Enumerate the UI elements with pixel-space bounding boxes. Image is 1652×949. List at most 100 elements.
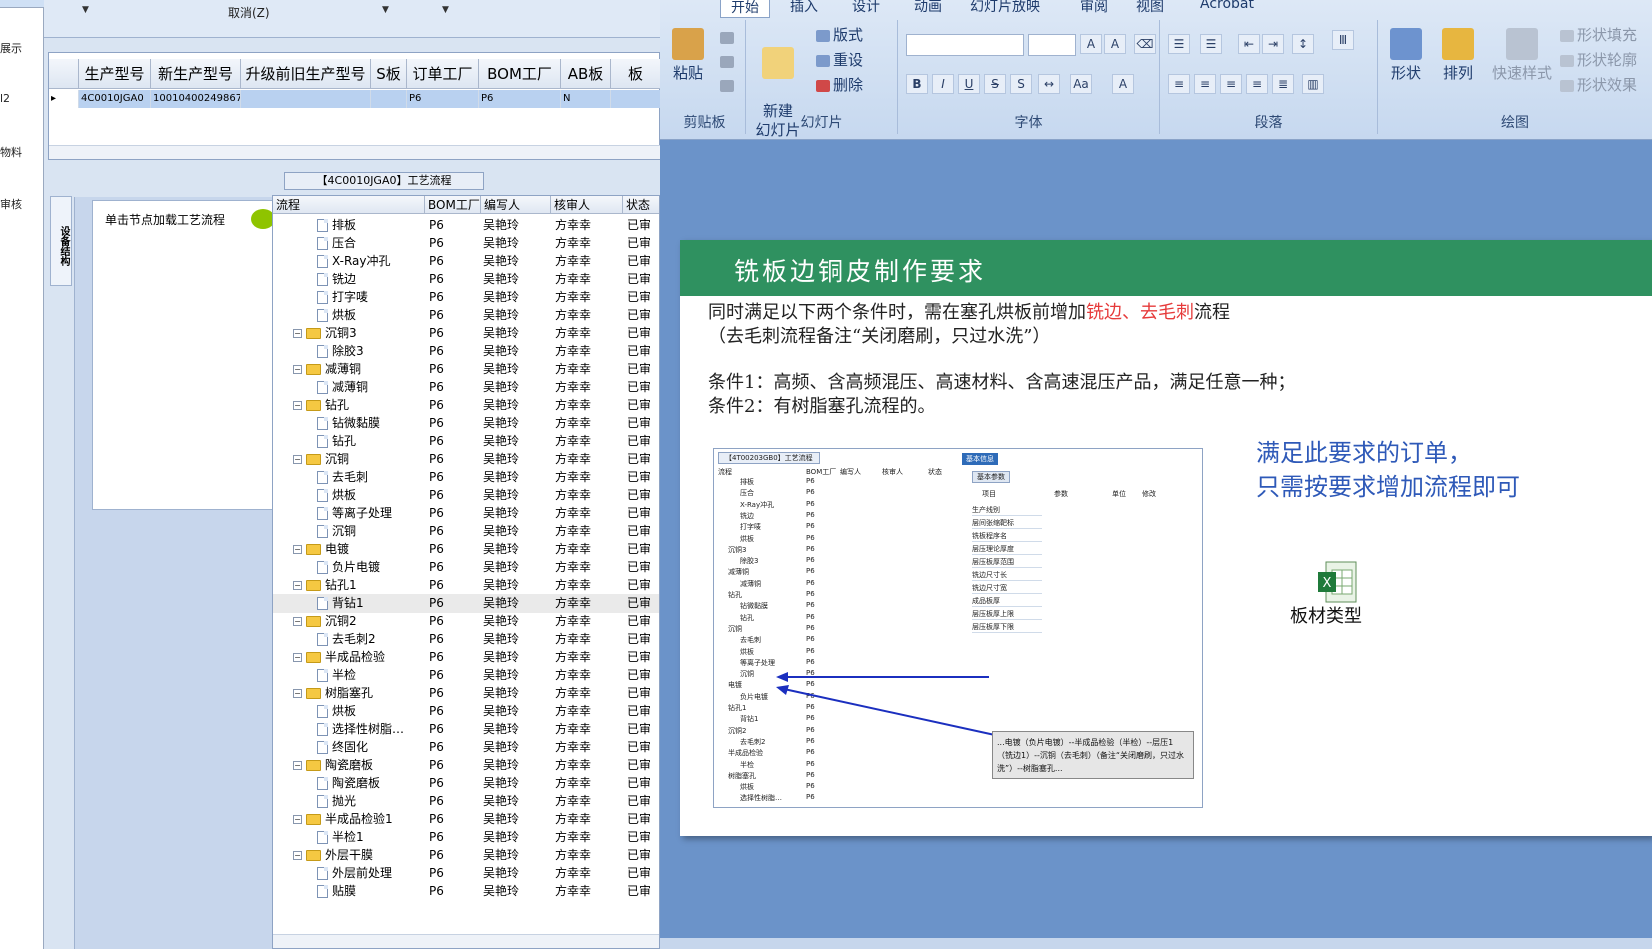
table-row[interactable]: − 沉铜3 P6 吴艳玲 方幸幸 已审 [273,324,659,343]
table-row[interactable]: 背钻1 P6 吴艳玲 方幸幸 已审 [273,594,659,613]
collapse-toggle-icon[interactable]: − [293,689,302,698]
tree-node[interactable]: 半检 [317,666,425,685]
table-row[interactable]: 打字唛 P6 吴艳玲 方幸幸 已审 [273,288,659,307]
table-row[interactable]: − 减薄铜 P6 吴艳玲 方幸幸 已审 [273,360,659,379]
delete-button[interactable]: 删除 [816,74,863,95]
numbering-icon[interactable]: ☰ [1200,34,1222,54]
quick-style-button[interactable]: 快速样式 [1486,28,1558,83]
tree-node[interactable]: 选择性树脂… [317,720,425,739]
table-row[interactable]: 钻孔 P6 吴艳玲 方幸幸 已审 [273,432,659,451]
table-row[interactable]: 去毛刺 P6 吴艳玲 方幸幸 已审 [273,468,659,487]
grid-col-header[interactable]: AB板 [561,59,611,89]
sidebar-item-l2[interactable]: l2 [0,92,10,105]
tree-node[interactable]: − 沉铜3 [293,324,425,343]
bullets-icon[interactable]: ☰ [1168,34,1190,54]
shapes-button[interactable]: 形状 [1382,28,1430,83]
tree-node[interactable]: 去毛刺2 [317,630,425,649]
table-row[interactable]: − 沉铜2 P6 吴艳玲 方幸幸 已审 [273,612,659,631]
grid-col-header[interactable]: 生产型号 [79,59,151,89]
tab-review[interactable]: 审阅 [1080,0,1108,16]
tree-node[interactable]: − 半成品检验 [293,648,425,667]
grid-col-header[interactable]: 升级前旧生产型号 [241,59,371,89]
table-row[interactable]: 抛光 P6 吴艳玲 方幸幸 已审 [273,792,659,811]
table-row[interactable]: − 钻孔 P6 吴艳玲 方幸幸 已审 [273,396,659,415]
tab-view[interactable]: 视图 [1136,0,1164,16]
tree-node[interactable]: 终固化 [317,738,425,757]
change-case-icon[interactable]: Aa [1070,74,1092,94]
tree-node[interactable]: 钻孔 [317,432,425,451]
table-row[interactable]: 负片电镀 P6 吴艳玲 方幸幸 已审 [273,558,659,577]
table-row[interactable]: − 外层干膜 P6 吴艳玲 方幸幸 已审 [273,846,659,865]
table-row[interactable]: 铣边 P6 吴艳玲 方幸幸 已审 [273,270,659,289]
tree-node[interactable]: 烘板 [317,486,425,505]
table-row[interactable]: − 钻孔1 P6 吴艳玲 方幸幸 已审 [273,576,659,595]
table-row[interactable]: 去毛刺2 P6 吴艳玲 方幸幸 已审 [273,630,659,649]
table-row[interactable]: 减薄铜 P6 吴艳玲 方幸幸 已审 [273,378,659,397]
tab-equipment-structure[interactable]: 设备结构 [50,196,72,286]
table-row[interactable]: 钻微黏膜 P6 吴艳玲 方幸幸 已审 [273,414,659,433]
tree-node[interactable]: − 树脂塞孔 [293,684,425,703]
collapse-toggle-icon[interactable]: − [293,761,302,770]
chevron-down-icon[interactable]: ▼ [442,5,449,15]
tab-design[interactable]: 设计 [852,0,880,16]
format-painter-icon[interactable] [720,76,737,94]
line-spacing-icon[interactable]: ↕ [1292,34,1314,54]
columns-icon[interactable]: ▥ [1302,74,1324,94]
tree-col-header[interactable]: 编写人 [481,196,551,214]
grow-font-icon[interactable]: A [1080,34,1102,54]
tree-horizontal-scrollbar[interactable] [273,934,659,948]
tree-node[interactable]: 钻微黏膜 [317,414,425,433]
slide-canvas[interactable]: 铣板边铜皮制作要求 同时满足以下两个条件时，需在塞孔烘板前增加铣边、去毛刺流程 … [680,240,1652,836]
collapse-toggle-icon[interactable]: − [293,815,302,824]
tree-node[interactable]: 外层前处理 [317,864,425,883]
collapse-toggle-icon[interactable]: − [293,365,302,374]
table-row[interactable]: 除胶3 P6 吴艳玲 方幸幸 已审 [273,342,659,361]
grid-cell[interactable] [611,90,661,108]
strikethrough-icon[interactable]: S [984,74,1006,94]
tree-node[interactable]: X-Ray冲孔 [317,252,425,271]
clear-format-icon[interactable]: ⌫ [1134,34,1156,54]
distribute-icon[interactable]: ≣ [1272,74,1294,94]
tab-animation[interactable]: 动画 [914,0,942,16]
tree-node[interactable]: − 钻孔 [293,396,425,415]
tree-node[interactable]: 负片电镀 [317,558,425,577]
tree-node[interactable]: 烘板 [317,306,425,325]
tab-home[interactable]: 开始 [720,0,770,18]
table-row[interactable]: 排板 P6 吴艳玲 方幸幸 已审 [273,216,659,235]
tree-node[interactable]: 打字唛 [317,288,425,307]
increase-indent-icon[interactable]: ⇥ [1262,34,1284,54]
collapse-toggle-icon[interactable]: − [293,401,302,410]
tree-node[interactable]: 减薄铜 [317,378,425,397]
tree-node[interactable]: 等离子处理 [317,504,425,523]
grid-cell[interactable]: 4C0010JGA0 [79,90,151,108]
tree-node[interactable]: − 电镀 [293,540,425,559]
table-row[interactable]: − 半成品检验 P6 吴艳玲 方幸幸 已审 [273,648,659,667]
table-row[interactable]: 半检1 P6 吴艳玲 方幸幸 已审 [273,828,659,847]
copy-icon[interactable] [720,52,737,70]
grid-col-header[interactable]: 订单工厂 [407,59,479,89]
table-row[interactable]: − 陶瓷磨板 P6 吴艳玲 方幸幸 已审 [273,756,659,775]
reset-button[interactable]: 重设 [816,49,863,70]
grid-cell[interactable]: P6 [407,90,479,108]
tree-node[interactable]: − 半成品检验1 [293,810,425,829]
shadow-icon[interactable]: S [1010,74,1032,94]
tree-col-header[interactable]: BOM工厂 [425,196,481,214]
tab-acrobat[interactable]: Acrobat [1200,0,1254,12]
chevron-down-icon[interactable]: ▼ [82,5,89,15]
grid-col-header[interactable]: 新生产型号 [151,59,241,89]
table-row[interactable]: 沉铜 P6 吴艳玲 方幸幸 已审 [273,522,659,541]
tree-node[interactable]: − 沉铜2 [293,612,425,631]
table-row[interactable]: 压合 P6 吴艳玲 方幸幸 已审 [273,234,659,253]
tree-node[interactable]: 半检1 [317,828,425,847]
tree-col-header[interactable]: 流程 [273,196,425,214]
table-row[interactable]: 烘板 P6 吴艳玲 方幸幸 已审 [273,306,659,325]
bold-icon[interactable]: B [906,74,928,94]
tree-node[interactable]: 贴膜 [317,882,425,901]
table-row[interactable]: 烘板 P6 吴艳玲 方幸幸 已审 [273,486,659,505]
collapse-toggle-icon[interactable]: − [293,851,302,860]
tree-col-header[interactable]: 状态 [623,196,659,214]
tree-node[interactable]: 去毛刺 [317,468,425,487]
table-row[interactable]: 陶瓷磨板 P6 吴艳玲 方幸幸 已审 [273,774,659,793]
sidebar-item-material[interactable]: 物料 [0,144,22,160]
collapse-toggle-icon[interactable]: − [293,617,302,626]
